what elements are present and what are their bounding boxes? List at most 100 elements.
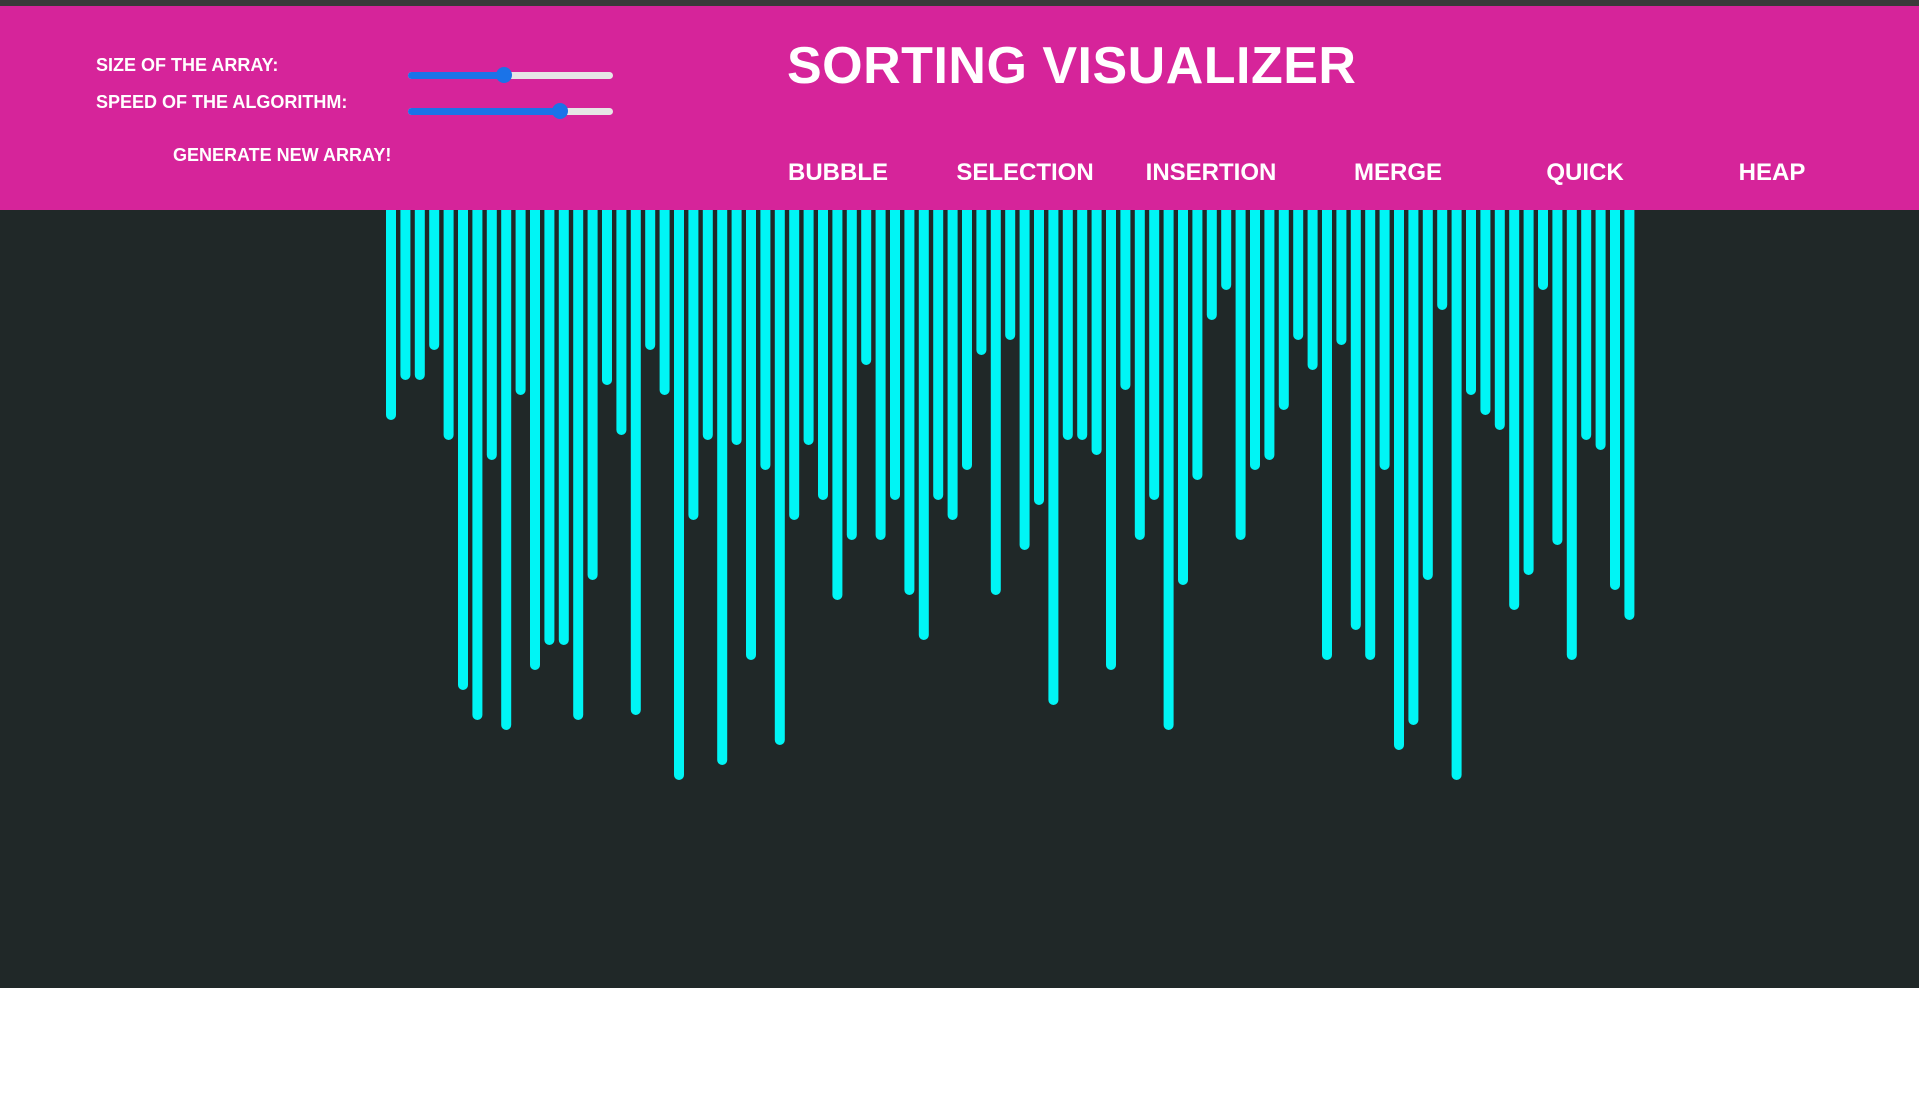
array-size-slider-thumb[interactable] [496, 67, 513, 83]
array-bar [774, 210, 785, 745]
array-bar [1408, 210, 1419, 725]
array-bar [659, 210, 670, 395]
heap-sort-button[interactable]: HEAP [1739, 159, 1806, 187]
array-bar [1163, 210, 1174, 730]
array-bar [1523, 210, 1534, 575]
array-bar [918, 210, 929, 640]
array-bar [904, 210, 915, 595]
array-bar [530, 210, 540, 670]
array-bar [1235, 210, 1246, 540]
array-bar [386, 210, 396, 420]
array-bar [515, 210, 526, 395]
insertion-sort-button[interactable]: INSERTION [1146, 159, 1277, 187]
merge-sort-button[interactable]: MERGE [1354, 159, 1442, 187]
quick-sort-button[interactable]: QUICK [1546, 159, 1623, 187]
array-bar [875, 210, 886, 540]
array-bar [731, 210, 742, 445]
array-bar [760, 210, 771, 470]
visualizer-stage [0, 210, 1919, 988]
array-bar [674, 210, 684, 780]
array-bar [1077, 210, 1088, 440]
array-bar [803, 210, 814, 445]
array-bar [1005, 210, 1016, 340]
array-bar [1062, 210, 1073, 440]
array-bar [1350, 210, 1361, 630]
speed-slider-fill [408, 108, 560, 115]
array-bar [717, 210, 728, 765]
bubble-sort-button[interactable]: BUBBLE [788, 159, 888, 187]
array-bar [1307, 210, 1318, 370]
array-bar [400, 210, 411, 380]
array-bar [544, 210, 555, 645]
array-bar [947, 210, 958, 520]
array-bar [587, 210, 598, 580]
array-bar [976, 210, 987, 355]
array-size-slider[interactable] [408, 67, 613, 83]
array-bar [558, 210, 569, 645]
array-bar [702, 210, 713, 440]
array-bar [1091, 210, 1102, 455]
array-bar [630, 210, 641, 715]
array-bar [1422, 210, 1433, 580]
array-bar [1581, 210, 1592, 440]
array-bar [573, 210, 584, 720]
array-bar [861, 210, 872, 365]
array-bar [746, 210, 756, 660]
header-bar: SIZE OF THE ARRAY: SPEED OF THE ALGORITH… [0, 6, 1919, 210]
array-bar [1048, 210, 1059, 705]
array-bar [1149, 210, 1160, 500]
array-bar [1624, 210, 1635, 620]
array-bar [645, 210, 656, 350]
array-bar [933, 210, 944, 500]
array-bar [1293, 210, 1304, 340]
array-bar [1394, 210, 1404, 750]
array-bar [1019, 210, 1030, 550]
array-bar [1595, 210, 1606, 450]
array-bar [616, 210, 627, 435]
array-bar [1178, 210, 1188, 585]
generate-new-array-button[interactable]: GENERATE NEW ARRAY! [173, 145, 391, 166]
array-bar [486, 210, 497, 460]
array-bar [429, 210, 440, 350]
array-bar [1437, 210, 1448, 310]
array-bar [1278, 210, 1289, 410]
array-bar [1336, 210, 1347, 345]
array-bar [1250, 210, 1260, 470]
speed-slider[interactable] [408, 103, 613, 119]
array-bar [832, 210, 843, 600]
array-bar [1552, 210, 1563, 545]
array-bar [688, 210, 699, 520]
array-bar [1120, 210, 1131, 390]
array-bar [1221, 210, 1232, 290]
array-bar [458, 210, 468, 690]
array-bar [990, 210, 1001, 595]
array-bar [1494, 210, 1505, 430]
array-bar [1206, 210, 1217, 320]
array-bar [1192, 210, 1203, 480]
array-bar [1134, 210, 1145, 540]
array-bar [1264, 210, 1275, 460]
array-bar [1509, 210, 1520, 610]
selection-sort-button[interactable]: SELECTION [956, 159, 1093, 187]
speed-label: SPEED OF THE ALGORITHM: [96, 92, 348, 112]
array-bar [1365, 210, 1376, 660]
array-bar [962, 210, 972, 470]
array-bar [1379, 210, 1390, 470]
array-bar [1322, 210, 1332, 660]
array-bar [1566, 210, 1577, 660]
speed-slider-thumb[interactable] [551, 103, 568, 119]
array-bar [1480, 210, 1491, 415]
array-bar [1466, 210, 1476, 395]
array-bar [414, 210, 425, 380]
array-bar [472, 210, 483, 720]
page-title: SORTING VISUALIZER [787, 37, 1357, 95]
array-bar [1034, 210, 1044, 505]
array-bar [846, 210, 857, 540]
array-bar [818, 210, 828, 500]
array-bar [602, 210, 612, 385]
array-bar [1610, 210, 1620, 590]
size-label: SIZE OF THE ARRAY: [96, 55, 279, 75]
array-bars [386, 210, 1635, 780]
array-bar [789, 210, 800, 520]
array-bar [1451, 210, 1462, 780]
